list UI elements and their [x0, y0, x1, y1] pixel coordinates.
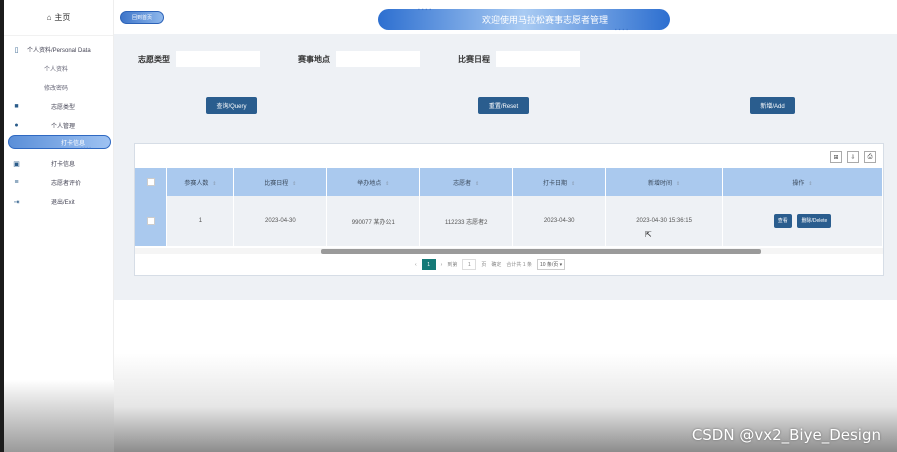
delete-button[interactable]: 删除/Delete	[797, 214, 832, 228]
export-icon[interactable]: ⇩	[847, 151, 859, 163]
data-table-panel: ⊞ ⇩ ⎙ 参赛人数 ⇕ 比赛日程 ⇕ 举办地点 ⇕ 志愿者 ⇕ 打卡日期 ⇕ 新增时间 ⇕…	[134, 143, 884, 276]
column-header[interactable]: 志愿者 ⇕	[419, 168, 514, 196]
table-cell: 2023-04-30 15:36:15	[605, 196, 724, 246]
actions-cell: 查看 删除/Delete	[722, 196, 883, 246]
mouse-cursor-icon: ⇱	[645, 230, 652, 239]
watermark: CSDN @vx2_Biye_Design	[691, 426, 881, 444]
column-header[interactable]: 比赛日程 ⇕	[233, 168, 328, 196]
column-header[interactable]: 新增时间 ⇕	[605, 168, 724, 196]
pagination: ‹ 1 › 到第 1 页 确定 合计共 1 条 10 条/页 ▾	[415, 259, 566, 270]
table-cell: 2023-04-30	[512, 196, 607, 246]
page-jump-input[interactable]: 1	[462, 259, 477, 270]
sidebar-item-evaluation[interactable]: ≡ 志愿者评价	[4, 173, 113, 192]
sort-icon: ⇕	[475, 180, 480, 187]
sidebar-item-checkin[interactable]: ▣ 打卡信息	[4, 154, 113, 173]
topbar: 回到首页 ▪▪▪▪ 欢迎使用马拉松赛事志愿者管理 ▪▪▪▪	[114, 0, 897, 34]
sidebar-item-profile[interactable]: 个人资料	[4, 59, 113, 78]
sort-icon: ⇕	[292, 180, 297, 187]
goto-label: 到第	[447, 262, 458, 268]
filter-schedule: 比赛日程	[458, 51, 580, 67]
sort-icon: ⇕	[385, 180, 390, 187]
sidebar-item-volunteer-type[interactable]: ■ 志愿类型	[4, 97, 113, 116]
add-button[interactable]: 新增/Add	[750, 97, 795, 114]
filter-volunteer-type: 志愿类型	[138, 51, 260, 67]
user-icon: ●	[14, 122, 19, 129]
back-home-button[interactable]: 回到首页	[120, 11, 164, 24]
page-number-current[interactable]: 1	[421, 259, 436, 270]
chat-icon: ≡	[14, 179, 19, 186]
sort-icon: ⇕	[212, 180, 217, 187]
total-count: 合计共 1 条	[506, 262, 532, 268]
main-panel: 志愿类型 赛事地点 比赛日程 查询/Query 重置/Reset 新增/Add …	[114, 34, 897, 300]
sidebar-item-change-password[interactable]: 修改密码	[4, 78, 113, 97]
schedule-input[interactable]	[496, 51, 580, 67]
calendar-icon: ▣	[13, 160, 20, 168]
column-filter-icon[interactable]: ⊞	[830, 151, 842, 163]
filter-location: 赛事地点	[298, 51, 420, 67]
sort-icon: ⇕	[571, 180, 576, 187]
table-cell: 1	[166, 196, 235, 246]
page-title: 欢迎使用马拉松赛事志愿者管理	[481, 15, 608, 25]
table-cell: 990077 某办公1	[326, 196, 421, 246]
page-unit-label: 页	[481, 262, 487, 268]
sidebar-item-personal[interactable]: ● 个人管理	[4, 116, 113, 135]
prev-page-icon[interactable]: ‹	[415, 262, 417, 268]
table-cell: 112233 志愿者2	[419, 196, 514, 246]
page-size-select[interactable]: 10 条/页 ▾	[536, 259, 566, 270]
select-all-checkbox[interactable]	[146, 178, 155, 186]
data-table: 参赛人数 ⇕ 比赛日程 ⇕ 举办地点 ⇕ 志愿者 ⇕ 打卡日期 ⇕ 新增时间 ⇕ 操作 ⇕ 1…	[135, 168, 883, 246]
decor-dots: ▪▪▪▪	[418, 7, 434, 13]
column-header: 操作 ⇕	[722, 168, 883, 196]
sidebar-fade	[4, 380, 114, 452]
table-row[interactable]: 1 2023-04-30 990077 某办公1 112233 志愿者2 202…	[135, 196, 883, 246]
decor-dots: ▪▪▪▪	[80, 145, 92, 151]
home-icon: ⌂	[46, 13, 52, 22]
horizontal-scrollbar[interactable]	[135, 248, 883, 254]
reset-button[interactable]: 重置/Reset	[478, 97, 529, 114]
sort-icon: ⇕	[675, 180, 681, 187]
scrollbar-thumb[interactable]	[321, 249, 761, 254]
volunteer-type-input[interactable]	[176, 51, 260, 67]
document-icon: ▯	[14, 46, 19, 54]
sidebar-item-personal-data[interactable]: ▯ 个人资料/Personal Data	[4, 40, 113, 59]
select-all-header	[135, 168, 168, 196]
sort-icon: ⇕	[808, 180, 813, 187]
confirm-jump-button[interactable]: 确定	[491, 261, 501, 268]
sidebar-item-exit[interactable]: ⇥ 退出/Exit	[4, 192, 113, 211]
query-button[interactable]: 查询/Query	[206, 97, 257, 114]
column-header[interactable]: 参赛人数 ⇕	[166, 168, 235, 196]
sidebar-home[interactable]: ⌂ 主页	[4, 0, 113, 36]
row-select-cell	[135, 196, 168, 246]
location-input[interactable]	[336, 51, 420, 67]
sidebar-home-label: 主页	[54, 13, 71, 22]
column-header[interactable]: 打卡日期 ⇕	[512, 168, 607, 196]
decor-dots: ▪▪▪▪	[614, 27, 630, 33]
row-checkbox[interactable]	[146, 217, 155, 225]
print-icon[interactable]: ⎙	[864, 151, 876, 163]
column-header[interactable]: 举办地点 ⇕	[326, 168, 421, 196]
table-cell: 2023-04-30	[233, 196, 328, 246]
next-page-icon[interactable]: ›	[441, 262, 443, 268]
table-tools: ⊞ ⇩ ⎙	[830, 151, 876, 163]
exit-icon: ⇥	[13, 198, 20, 206]
view-button[interactable]: 查看	[773, 214, 792, 228]
bookmark-icon: ■	[14, 103, 19, 110]
sidebar-item-checkin-active[interactable]: 打卡信息 ▪▪▪▪	[8, 135, 111, 151]
title-banner: ▪▪▪▪ 欢迎使用马拉松赛事志愿者管理 ▪▪▪▪	[378, 7, 670, 33]
